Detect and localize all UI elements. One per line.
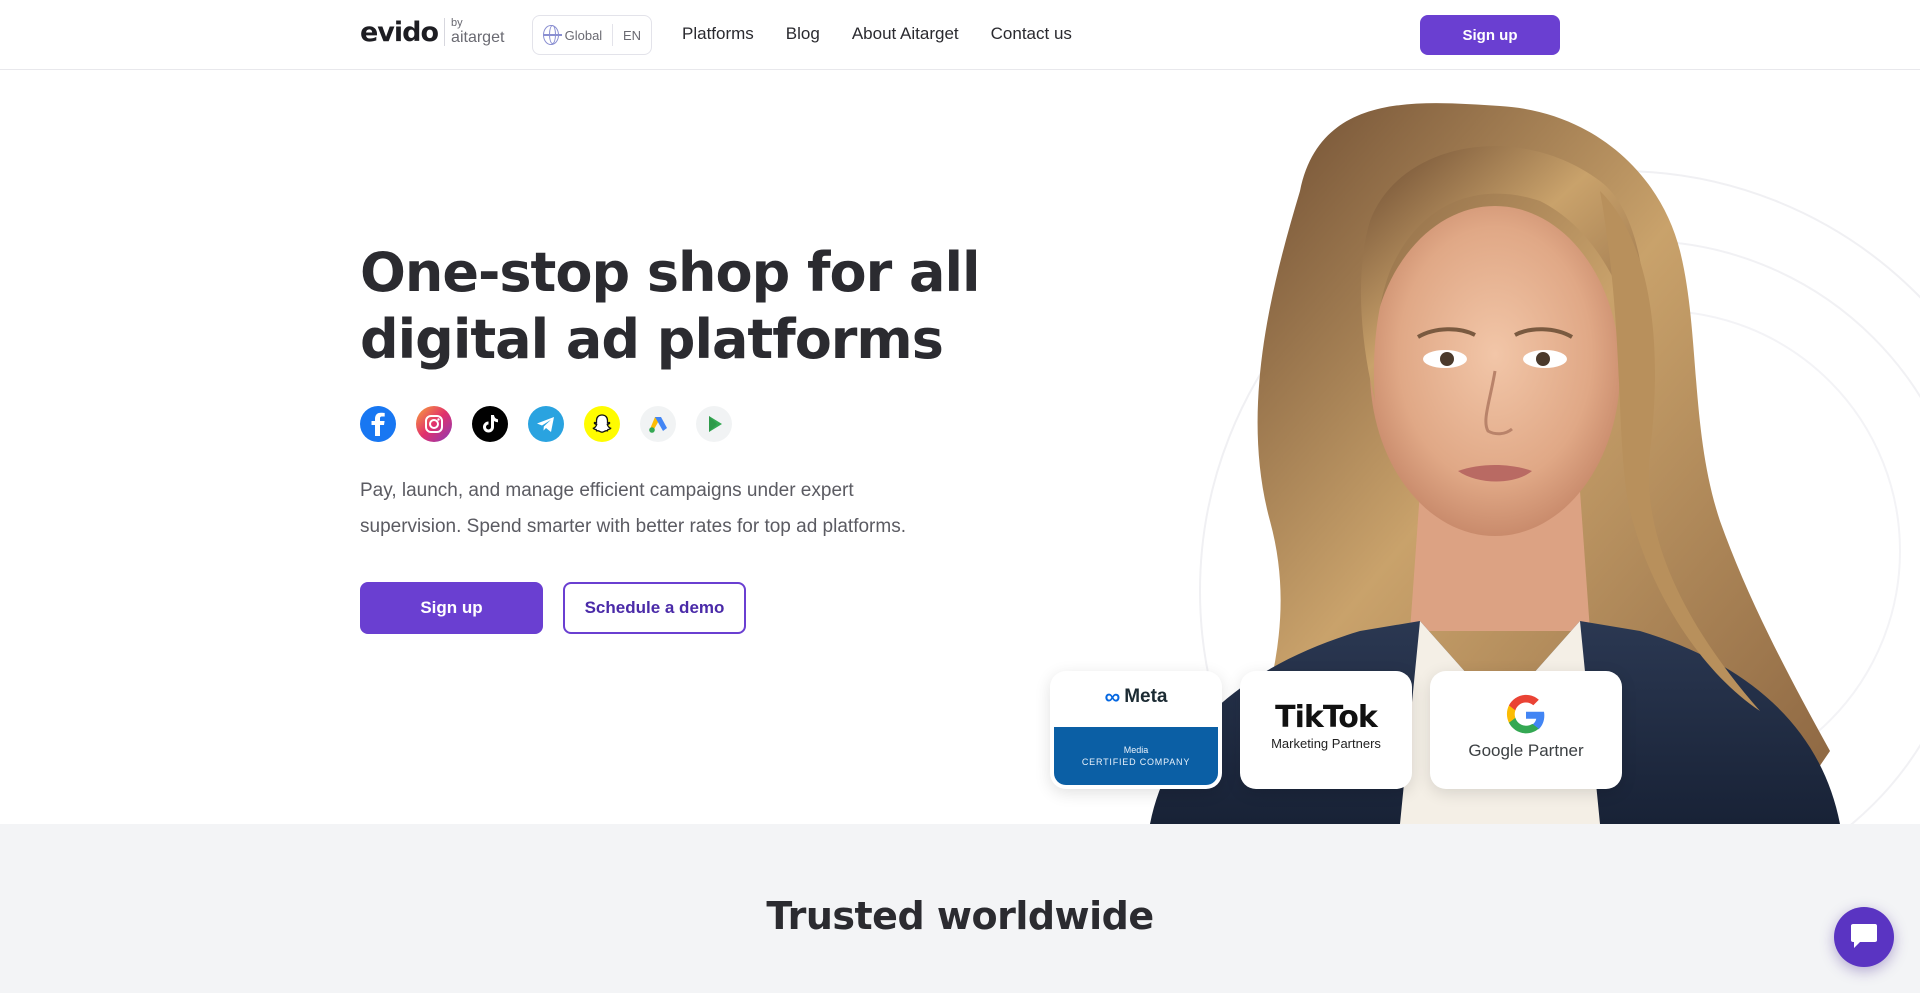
meta-infinity-icon: ∞: [1104, 684, 1121, 709]
meta-certified-text: CERTIFIED COMPANY: [1081, 757, 1191, 767]
tiktok-partners-text: Marketing Partners: [1271, 736, 1381, 751]
google-partner-badge: Google Partner: [1430, 671, 1622, 789]
trusted-section: Trusted worldwide: [0, 824, 1920, 993]
nav-platforms[interactable]: Platforms: [682, 24, 754, 44]
telegram-icon: [528, 406, 564, 442]
platform-icons-row: [360, 406, 732, 442]
tiktok-icon: [472, 406, 508, 442]
language-label: EN: [622, 27, 641, 43]
main-nav: Platforms Blog About Aitarget Contact us: [682, 24, 1072, 44]
hero-title: One-stop shop for all digital ad platfor…: [360, 241, 981, 371]
hero-signup-button[interactable]: Sign up: [360, 582, 543, 634]
google-g-icon: [1506, 694, 1545, 734]
hero-section: One-stop shop for all digital ad platfor…: [0, 71, 1920, 824]
meta-media-text: Media: [1123, 745, 1149, 755]
evido-logo[interactable]: evido by aitarget: [360, 18, 504, 46]
header-signup-button[interactable]: Sign up: [1420, 15, 1560, 55]
site-header: evido by aitarget Global EN Platforms Bl…: [0, 0, 1920, 70]
tiktok-brand-text: TikTok: [1275, 700, 1378, 735]
region-divider: [612, 24, 613, 46]
logo-brand-text: aitarget: [451, 29, 505, 46]
facebook-icon: [360, 406, 396, 442]
nav-contact-us[interactable]: Contact us: [991, 24, 1072, 44]
schedule-demo-button[interactable]: Schedule a demo: [563, 582, 746, 634]
hero-description: Pay, launch, and manage efficient campai…: [360, 480, 906, 537]
meta-certified-band: Media CERTIFIED COMPANY: [1054, 727, 1218, 785]
nav-blog[interactable]: Blog: [786, 24, 820, 44]
instagram-icon: [416, 406, 452, 442]
logo-wordmark: evido: [360, 17, 439, 48]
nav-about-aitarget[interactable]: About Aitarget: [852, 24, 959, 44]
google-partner-text: Google Partner: [1468, 741, 1584, 760]
meta-logo: ∞ Meta: [1105, 671, 1168, 723]
chat-widget-button[interactable]: [1834, 907, 1894, 967]
chat-bubble-icon: [1851, 924, 1877, 948]
trusted-title: Trusted worldwide: [766, 894, 1154, 938]
logo-byline: by aitarget: [444, 18, 504, 46]
google-play-icon: [696, 406, 732, 442]
snapchat-icon: [584, 406, 620, 442]
region-language-selector[interactable]: Global EN: [532, 15, 652, 55]
meta-brand-text: Meta: [1124, 686, 1168, 707]
region-label: Global: [564, 27, 603, 43]
tiktok-partner-badge: TikTok Marketing Partners: [1240, 671, 1412, 789]
google-ads-icon: [640, 406, 676, 442]
logo-by-text: by: [451, 17, 463, 29]
meta-partner-badge: ∞ Meta Media CERTIFIED COMPANY: [1050, 671, 1222, 789]
partner-badges: ∞ Meta Media CERTIFIED COMPANY TikTok Ma…: [1050, 671, 1622, 789]
globe-icon: [543, 25, 562, 45]
